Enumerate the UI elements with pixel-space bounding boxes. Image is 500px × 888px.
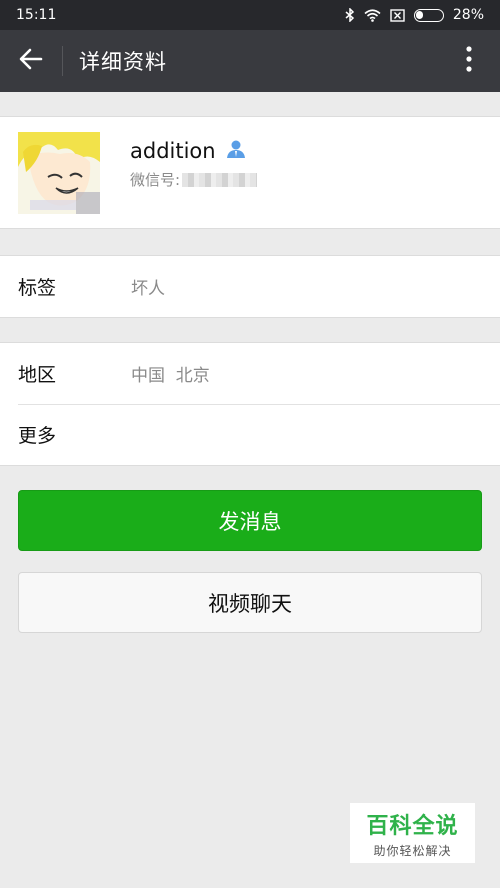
region-label: 地区 (18, 364, 57, 386)
more-label: 更多 (18, 425, 57, 447)
watermark-title: 百科全说 (366, 813, 459, 839)
tags-row[interactable]: 标签 坏人 (0, 256, 500, 317)
user-icon (226, 139, 246, 163)
wechat-id-row: 微信号: (130, 169, 258, 190)
status-icons: 28% (345, 7, 484, 23)
info-card: 地区 中国 北京 更多 (0, 342, 500, 466)
contact-name: addition (130, 139, 216, 163)
action-bar: 详细资料 (0, 30, 500, 92)
more-menu-button[interactable] (438, 30, 500, 92)
tags-label: 标签 (18, 277, 57, 299)
more-row[interactable]: 更多 (0, 404, 500, 465)
send-message-button[interactable]: 发消息 (18, 490, 482, 551)
wechat-id-label: 微信号: (130, 171, 181, 189)
status-time: 15:11 (16, 7, 57, 23)
avatar[interactable] (18, 132, 100, 214)
profile-card: addition 微信号: (0, 116, 500, 229)
tags-card: 标签 坏人 (0, 255, 500, 318)
header-divider (62, 46, 63, 76)
battery-icon (413, 8, 444, 22)
tags-value: 坏人 (131, 279, 165, 299)
more-vertical-icon (466, 46, 472, 76)
wechat-id-redacted (182, 172, 258, 187)
region-row[interactable]: 地区 中国 北京 (0, 343, 500, 404)
battery-percent: 28% (452, 7, 484, 23)
video-chat-button[interactable]: 视频聊天 (18, 572, 482, 633)
watermark-subtitle: 助你轻松解决 (373, 843, 452, 858)
name-row: addition (130, 139, 246, 163)
bluetooth-icon (345, 8, 355, 22)
page-title: 详细资料 (79, 50, 167, 74)
back-button[interactable] (0, 30, 62, 92)
back-arrow-icon (19, 48, 43, 74)
wifi-icon (364, 8, 381, 22)
status-bar: 15:11 28% (0, 0, 500, 30)
region-value: 中国 北京 (131, 366, 210, 386)
sim-off-icon (390, 8, 405, 22)
battery-fill (416, 11, 424, 19)
watermark-logo: 百科全说 助你轻松解决 (350, 803, 475, 863)
